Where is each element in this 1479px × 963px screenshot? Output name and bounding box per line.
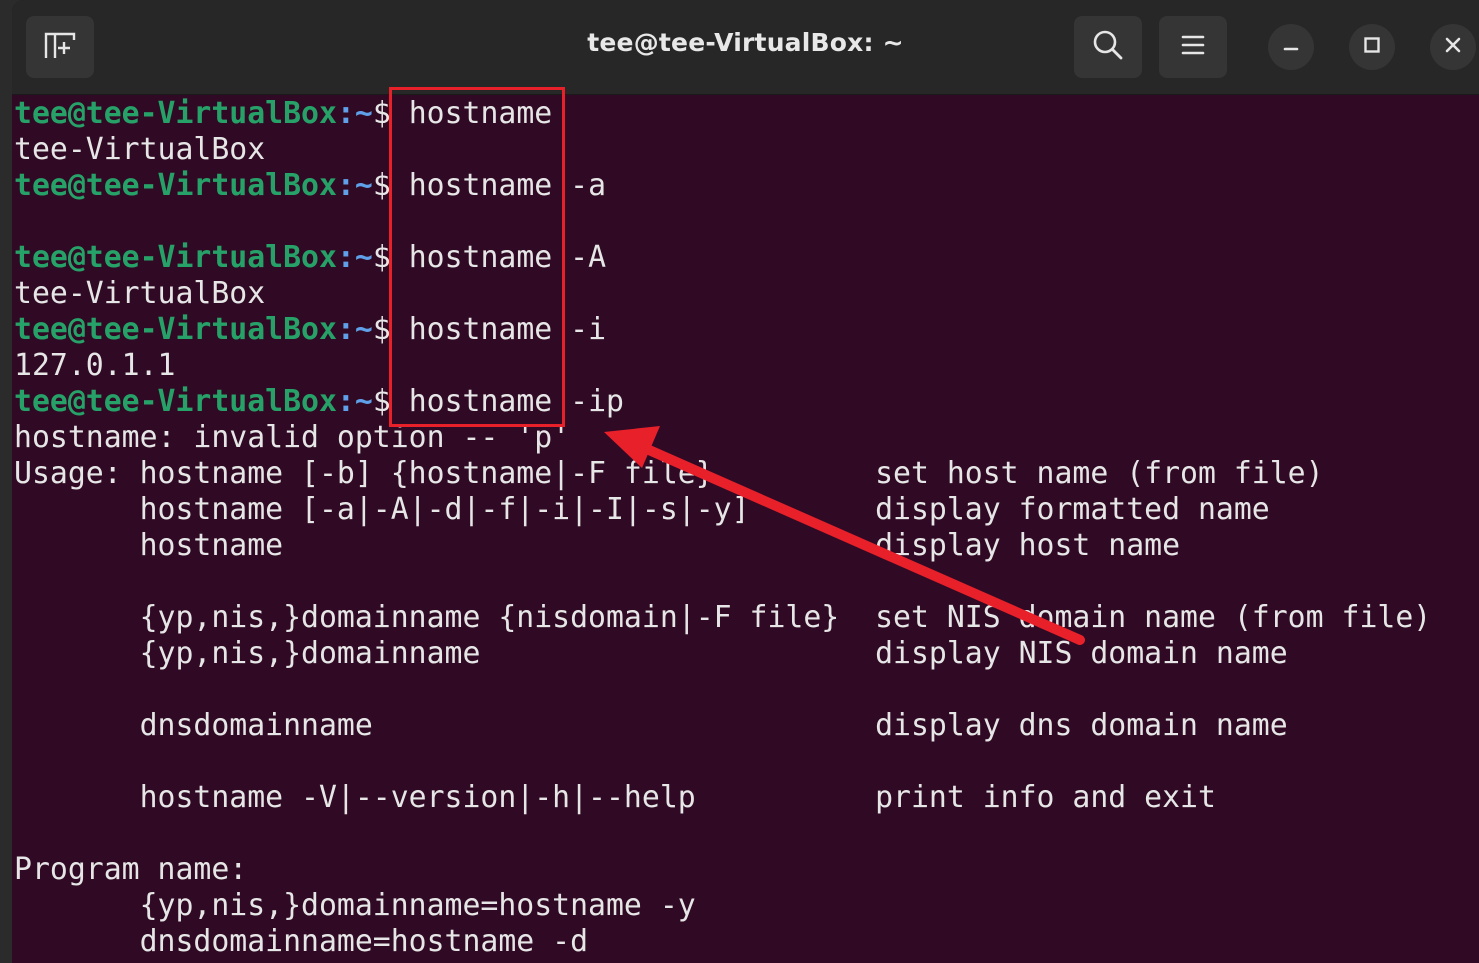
- hamburger-menu-icon: [1180, 34, 1206, 60]
- output-line: hostname display host name: [14, 528, 1181, 563]
- title-bar: tee@tee-VirtualBox: ~: [12, 0, 1479, 95]
- output-line: tee-VirtualBox: [14, 132, 266, 167]
- prompt-symbol: $: [372, 240, 409, 275]
- prompt-symbol: $: [372, 384, 409, 419]
- prompt-symbol: $: [372, 312, 409, 347]
- prompt-line: tee@tee-VirtualBox:~$ hostname -ip: [14, 384, 1431, 420]
- prompt-user: tee@tee-VirtualBox: [14, 168, 337, 203]
- prompt-symbol: $: [372, 168, 409, 203]
- prompt-user: tee@tee-VirtualBox: [14, 312, 337, 347]
- minimize-icon: [1281, 35, 1301, 59]
- prompt-path: :~: [336, 168, 373, 203]
- prompt-user: tee@tee-VirtualBox: [14, 384, 337, 419]
- maximize-button[interactable]: [1349, 24, 1395, 70]
- window-title: tee@tee-VirtualBox: ~: [587, 28, 904, 57]
- output-line: hostname -V|--version|-h|--help print in…: [14, 780, 1216, 815]
- close-button[interactable]: [1430, 24, 1476, 70]
- search-button[interactable]: [1074, 16, 1142, 78]
- close-icon: [1443, 35, 1463, 59]
- output-line: tee-VirtualBox: [14, 276, 266, 311]
- prompt-user: tee@tee-VirtualBox: [14, 240, 337, 275]
- prompt-line: tee@tee-VirtualBox:~$ hostname -A: [14, 240, 1431, 276]
- search-icon: [1092, 29, 1124, 65]
- prompt-symbol: $: [372, 96, 409, 131]
- output-line: dnsdomainname display dns domain name: [14, 708, 1288, 743]
- prompt-path: :~: [336, 312, 373, 347]
- output-line: Program name:: [14, 852, 248, 887]
- output-line: hostname: invalid option -- 'p': [14, 420, 571, 455]
- prompt-path: :~: [336, 240, 373, 275]
- command-text: hostname -a: [408, 168, 607, 203]
- command-text: hostname -ip: [408, 384, 624, 419]
- output-line: {yp,nis,}domainname {nisdomain|-F file} …: [14, 600, 1432, 635]
- output-line: dnsdomainname=hostname -d: [14, 924, 589, 959]
- prompt-path: :~: [336, 96, 373, 131]
- prompt-user: tee@tee-VirtualBox: [14, 96, 337, 131]
- terminal-window: tee@tee-VirtualBox: ~ tee@tee-VirtualBox…: [12, 0, 1479, 963]
- command-text: hostname: [408, 96, 553, 131]
- output-line: {yp,nis,}domainname display NIS domain n…: [14, 636, 1288, 671]
- prompt-line: tee@tee-VirtualBox:~$ hostname -i: [14, 312, 1431, 348]
- maximize-icon: [1362, 35, 1382, 59]
- command-text: hostname -A: [408, 240, 607, 275]
- prompt-line: tee@tee-VirtualBox:~$ hostname: [14, 96, 1431, 132]
- minimize-button[interactable]: [1268, 24, 1314, 70]
- prompt-line: tee@tee-VirtualBox:~$ hostname -a: [14, 168, 1431, 204]
- terminal-output[interactable]: tee@tee-VirtualBox:~$ hostname tee-Virtua…: [14, 96, 1431, 960]
- output-line: Usage: hostname [-b] {hostname|-F file} …: [14, 456, 1324, 491]
- prompt-path: :~: [336, 384, 373, 419]
- output-line: {yp,nis,}domainname=hostname -y: [14, 888, 696, 923]
- output-line: 127.0.1.1: [14, 348, 176, 383]
- menu-button[interactable]: [1159, 16, 1227, 78]
- output-line: hostname [-a|-A|-d|-f|-i|-I|-s|-y] displ…: [14, 492, 1270, 527]
- command-text: hostname -i: [408, 312, 607, 347]
